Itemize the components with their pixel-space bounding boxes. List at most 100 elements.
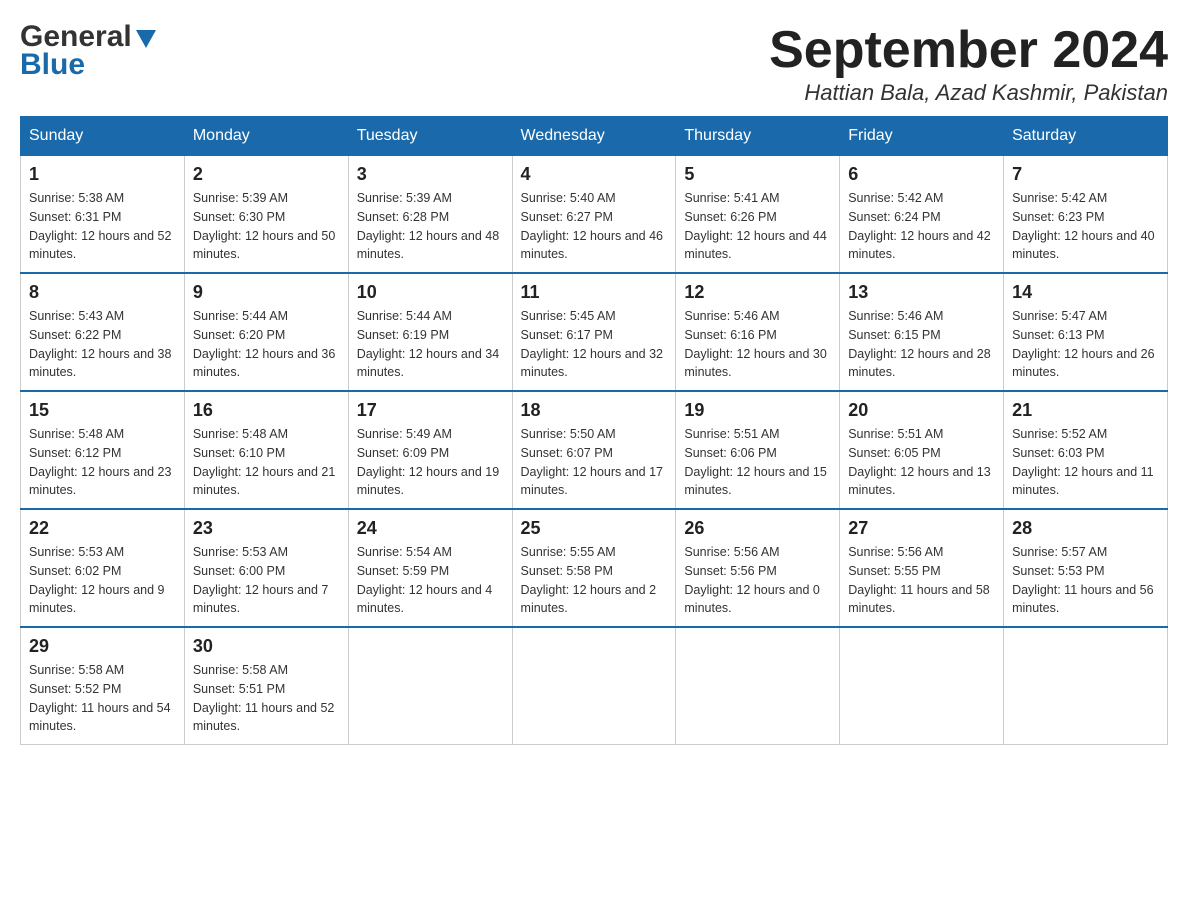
day-info: Sunrise: 5:50 AMSunset: 6:07 PMDaylight:…: [521, 425, 668, 500]
calendar-cell: 12 Sunrise: 5:46 AMSunset: 6:16 PMDayligh…: [676, 273, 840, 391]
day-number: 10: [357, 282, 504, 303]
title-block: September 2024 Hattian Bala, Azad Kashmi…: [769, 20, 1168, 106]
column-header-friday: Friday: [840, 117, 1004, 156]
calendar-cell: 24 Sunrise: 5:54 AMSunset: 5:59 PMDayligh…: [348, 509, 512, 627]
day-number: 27: [848, 518, 995, 539]
calendar-cell: 27 Sunrise: 5:56 AMSunset: 5:55 PMDayligh…: [840, 509, 1004, 627]
calendar-cell: 15Sunrise: 5:48 AMSunset: 6:12 PMDayligh…: [21, 391, 185, 509]
day-info: Sunrise: 5:58 AMSunset: 5:52 PMDaylight:…: [29, 661, 176, 736]
day-info: Sunrise: 5:40 AMSunset: 6:27 PMDaylight:…: [521, 189, 668, 264]
day-number: 13: [848, 282, 995, 303]
day-number: 1: [29, 164, 176, 185]
logo-triangle-icon: [136, 30, 156, 48]
calendar-cell: 13Sunrise: 5:46 AMSunset: 6:15 PMDayligh…: [840, 273, 1004, 391]
day-info: Sunrise: 5:39 AMSunset: 6:30 PMDaylight:…: [193, 189, 340, 264]
page-header: General Blue September 2024 Hattian Bala…: [20, 20, 1168, 106]
day-info: Sunrise: 5:42 AMSunset: 6:23 PMDaylight:…: [1012, 189, 1159, 264]
calendar-cell: 1 Sunrise: 5:38 AMSunset: 6:31 PMDaylight…: [21, 156, 185, 274]
calendar-cell: [676, 627, 840, 745]
day-info: Sunrise: 5:53 AMSunset: 6:00 PMDaylight:…: [193, 543, 340, 618]
day-number: 3: [357, 164, 504, 185]
calendar-cell: 21Sunrise: 5:52 AMSunset: 6:03 PMDayligh…: [1004, 391, 1168, 509]
calendar-table: SundayMondayTuesdayWednesdayThursdayFrid…: [20, 116, 1168, 745]
day-number: 29: [29, 636, 176, 657]
day-info: Sunrise: 5:57 AMSunset: 5:53 PMDaylight:…: [1012, 543, 1159, 618]
day-number: 9: [193, 282, 340, 303]
calendar-cell: 9 Sunrise: 5:44 AMSunset: 6:20 PMDaylight…: [184, 273, 348, 391]
day-info: Sunrise: 5:43 AMSunset: 6:22 PMDaylight:…: [29, 307, 176, 382]
day-info: Sunrise: 5:48 AMSunset: 6:10 PMDaylight:…: [193, 425, 340, 500]
day-number: 5: [684, 164, 831, 185]
day-number: 26: [684, 518, 831, 539]
calendar-cell: 10 Sunrise: 5:44 AMSunset: 6:19 PMDayligh…: [348, 273, 512, 391]
calendar-header-row: SundayMondayTuesdayWednesdayThursdayFrid…: [21, 117, 1168, 156]
location: Hattian Bala, Azad Kashmir, Pakistan: [769, 80, 1168, 106]
day-number: 20: [848, 400, 995, 421]
calendar-cell: 22Sunrise: 5:53 AMSunset: 6:02 PMDayligh…: [21, 509, 185, 627]
calendar-cell: 20 Sunrise: 5:51 AMSunset: 6:05 PMDayligh…: [840, 391, 1004, 509]
day-info: Sunrise: 5:44 AMSunset: 6:19 PMDaylight:…: [357, 307, 504, 382]
calendar-cell: [1004, 627, 1168, 745]
calendar-cell: 7 Sunrise: 5:42 AMSunset: 6:23 PMDaylight…: [1004, 156, 1168, 274]
calendar-cell: 5 Sunrise: 5:41 AMSunset: 6:26 PMDaylight…: [676, 156, 840, 274]
day-info: Sunrise: 5:56 AMSunset: 5:55 PMDaylight:…: [848, 543, 995, 618]
day-number: 28: [1012, 518, 1159, 539]
calendar-cell: 17 Sunrise: 5:49 AMSunset: 6:09 PMDayligh…: [348, 391, 512, 509]
day-number: 12: [684, 282, 831, 303]
day-info: Sunrise: 5:42 AMSunset: 6:24 PMDaylight:…: [848, 189, 995, 264]
day-number: 4: [521, 164, 668, 185]
calendar-cell: [840, 627, 1004, 745]
day-info: Sunrise: 5:51 AMSunset: 6:06 PMDaylight:…: [684, 425, 831, 500]
day-number: 14: [1012, 282, 1159, 303]
calendar-cell: 19Sunrise: 5:51 AMSunset: 6:06 PMDayligh…: [676, 391, 840, 509]
calendar-week-4: 22Sunrise: 5:53 AMSunset: 6:02 PMDayligh…: [21, 509, 1168, 627]
calendar-cell: 8 Sunrise: 5:43 AMSunset: 6:22 PMDaylight…: [21, 273, 185, 391]
day-info: Sunrise: 5:39 AMSunset: 6:28 PMDaylight:…: [357, 189, 504, 264]
calendar-week-2: 8 Sunrise: 5:43 AMSunset: 6:22 PMDaylight…: [21, 273, 1168, 391]
day-info: Sunrise: 5:41 AMSunset: 6:26 PMDaylight:…: [684, 189, 831, 264]
day-info: Sunrise: 5:56 AMSunset: 5:56 PMDaylight:…: [684, 543, 831, 618]
calendar-cell: 18 Sunrise: 5:50 AMSunset: 6:07 PMDayligh…: [512, 391, 676, 509]
day-number: 22: [29, 518, 176, 539]
calendar-cell: 3 Sunrise: 5:39 AMSunset: 6:28 PMDaylight…: [348, 156, 512, 274]
day-info: Sunrise: 5:54 AMSunset: 5:59 PMDaylight:…: [357, 543, 504, 618]
calendar-cell: 6Sunrise: 5:42 AMSunset: 6:24 PMDaylight…: [840, 156, 1004, 274]
day-info: Sunrise: 5:55 AMSunset: 5:58 PMDaylight:…: [521, 543, 668, 618]
day-number: 24: [357, 518, 504, 539]
day-number: 30: [193, 636, 340, 657]
day-info: Sunrise: 5:51 AMSunset: 6:05 PMDaylight:…: [848, 425, 995, 500]
day-number: 7: [1012, 164, 1159, 185]
column-header-sunday: Sunday: [21, 117, 185, 156]
day-number: 8: [29, 282, 176, 303]
calendar-cell: 26 Sunrise: 5:56 AMSunset: 5:56 PMDayligh…: [676, 509, 840, 627]
calendar-week-3: 15Sunrise: 5:48 AMSunset: 6:12 PMDayligh…: [21, 391, 1168, 509]
calendar-cell: 4 Sunrise: 5:40 AMSunset: 6:27 PMDaylight…: [512, 156, 676, 274]
day-info: Sunrise: 5:45 AMSunset: 6:17 PMDaylight:…: [521, 307, 668, 382]
calendar-cell: 11Sunrise: 5:45 AMSunset: 6:17 PMDayligh…: [512, 273, 676, 391]
day-number: 18: [521, 400, 668, 421]
calendar-week-1: 1 Sunrise: 5:38 AMSunset: 6:31 PMDaylight…: [21, 156, 1168, 274]
day-number: 17: [357, 400, 504, 421]
calendar-cell: 25Sunrise: 5:55 AMSunset: 5:58 PMDayligh…: [512, 509, 676, 627]
column-header-tuesday: Tuesday: [348, 117, 512, 156]
calendar-cell: 29 Sunrise: 5:58 AMSunset: 5:52 PMDayligh…: [21, 627, 185, 745]
day-info: Sunrise: 5:47 AMSunset: 6:13 PMDaylight:…: [1012, 307, 1159, 382]
logo-blue: Blue: [20, 48, 85, 82]
calendar-cell: 30Sunrise: 5:58 AMSunset: 5:51 PMDayligh…: [184, 627, 348, 745]
day-info: Sunrise: 5:44 AMSunset: 6:20 PMDaylight:…: [193, 307, 340, 382]
calendar-cell: 16Sunrise: 5:48 AMSunset: 6:10 PMDayligh…: [184, 391, 348, 509]
day-number: 15: [29, 400, 176, 421]
calendar-cell: [348, 627, 512, 745]
day-info: Sunrise: 5:38 AMSunset: 6:31 PMDaylight:…: [29, 189, 176, 264]
calendar-cell: 2Sunrise: 5:39 AMSunset: 6:30 PMDaylight…: [184, 156, 348, 274]
calendar-cell: 14 Sunrise: 5:47 AMSunset: 6:13 PMDayligh…: [1004, 273, 1168, 391]
day-info: Sunrise: 5:49 AMSunset: 6:09 PMDaylight:…: [357, 425, 504, 500]
calendar-cell: [512, 627, 676, 745]
calendar-cell: 23Sunrise: 5:53 AMSunset: 6:00 PMDayligh…: [184, 509, 348, 627]
day-number: 21: [1012, 400, 1159, 421]
calendar-cell: 28 Sunrise: 5:57 AMSunset: 5:53 PMDayligh…: [1004, 509, 1168, 627]
day-info: Sunrise: 5:46 AMSunset: 6:16 PMDaylight:…: [684, 307, 831, 382]
column-header-thursday: Thursday: [676, 117, 840, 156]
column-header-wednesday: Wednesday: [512, 117, 676, 156]
calendar-week-5: 29 Sunrise: 5:58 AMSunset: 5:52 PMDayligh…: [21, 627, 1168, 745]
